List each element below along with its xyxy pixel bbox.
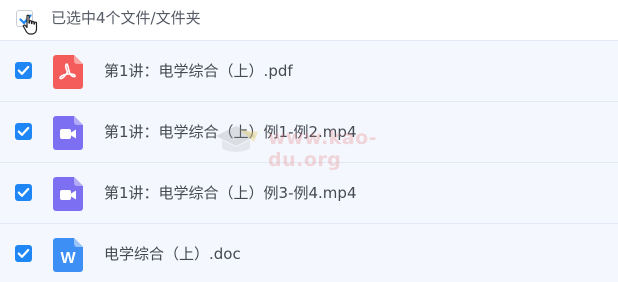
- file-row[interactable]: 第1讲：电学综合（上）例3-例4.mp4: [0, 162, 618, 223]
- file-checkbox[interactable]: [15, 245, 32, 262]
- file-row[interactable]: 第1讲：电学综合（上）例1-例2.mp4: [0, 101, 618, 162]
- file-name[interactable]: 第1讲：电学综合（上）例1-例2.mp4: [104, 121, 357, 143]
- file-name[interactable]: 第1讲：电学综合（上）.pdf: [104, 60, 293, 82]
- checkmark-icon: [17, 248, 30, 258]
- file-checkbox[interactable]: [15, 123, 32, 140]
- file-row[interactable]: 第1讲：电学综合（上）.pdf: [0, 40, 618, 101]
- video-icon: [53, 116, 83, 150]
- video-icon: [53, 177, 83, 211]
- pdf-icon: [53, 55, 83, 89]
- file-checkbox[interactable]: [15, 62, 32, 79]
- file-name[interactable]: 第1讲：电学综合（上）例3-例4.mp4: [104, 182, 357, 204]
- selection-count-label: 已选中4个文件/文件夹: [51, 9, 201, 27]
- checkmark-icon: [17, 187, 30, 197]
- svg-text:W: W: [60, 250, 76, 267]
- file-checkbox[interactable]: [15, 184, 32, 201]
- word-icon: W: [53, 238, 83, 272]
- checkmark-icon: [17, 65, 30, 75]
- file-list-panel: 已选中4个文件/文件夹 第1讲：电学综合（上）.pdf 第1讲：电学综合（上）例…: [0, 0, 618, 282]
- checkmark-icon: [17, 126, 30, 136]
- file-name[interactable]: 电学综合（上）.doc: [104, 243, 241, 265]
- selection-header: 已选中4个文件/文件夹: [0, 0, 618, 40]
- hand-cursor-icon: [22, 14, 38, 35]
- file-row[interactable]: W 电学综合（上）.doc: [0, 223, 618, 282]
